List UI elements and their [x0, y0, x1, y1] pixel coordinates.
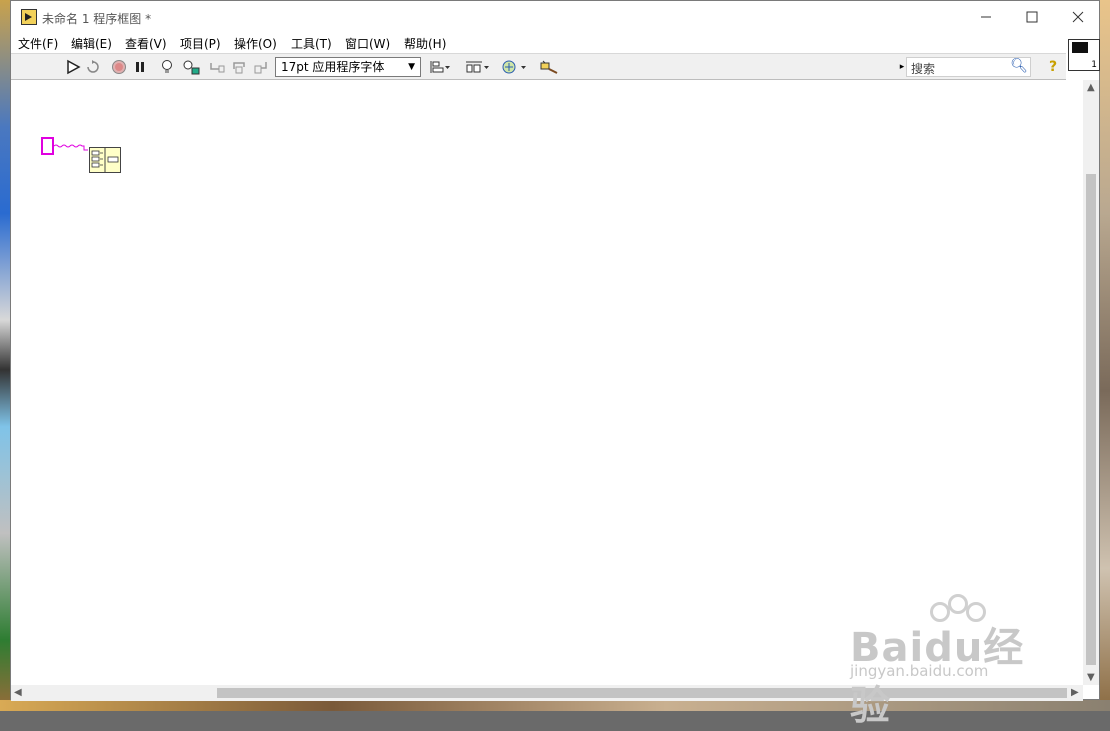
block-diagram-canvas[interactable]	[11, 80, 1083, 685]
block-diagram-window: 未命名 1 程序框图 * 文件(F) 编辑(E) 查看(V) 项目(P) 操作(…	[10, 0, 1100, 701]
vertical-scroll-thumb[interactable]	[1086, 174, 1096, 665]
run-button[interactable]	[64, 58, 82, 76]
menu-operate[interactable]: 操作(O)	[234, 35, 277, 52]
menu-tools[interactable]: 工具(T)	[291, 35, 332, 52]
run-continuously-button[interactable]	[84, 58, 102, 76]
vi-icon-screen	[1072, 42, 1088, 53]
horizontal-scrollbar[interactable]: ◀ ▶	[11, 685, 1083, 701]
vi-icon-connector-pane[interactable]: 1	[1068, 39, 1100, 71]
stop-icon	[112, 60, 126, 74]
clean-up-broom-icon	[540, 60, 558, 74]
align-objects-dropdown[interactable]	[429, 58, 451, 76]
minimize-icon	[981, 16, 991, 18]
function-node[interactable]	[89, 147, 121, 173]
distribute-objects-dropdown[interactable]	[465, 58, 491, 76]
close-icon	[1072, 11, 1084, 23]
menu-bar: 文件(F) 编辑(E) 查看(V) 项目(P) 操作(O) 工具(T) 窗口(W…	[11, 33, 1066, 53]
function-node-icon	[91, 148, 119, 172]
step-out-icon	[254, 62, 267, 74]
search-box[interactable]: 搜索 🔍︎	[906, 57, 1031, 77]
scroll-up-icon[interactable]: ▲	[1087, 82, 1095, 93]
search-icon[interactable]: 🔍︎	[1010, 58, 1028, 74]
text-settings-dropdown[interactable]: 17pt 应用程序字体 ▼	[275, 57, 421, 77]
search-input[interactable]: 搜索	[911, 60, 935, 77]
horizontal-scroll-thumb[interactable]	[217, 688, 1067, 698]
close-button[interactable]	[1055, 1, 1101, 33]
step-over-icon	[233, 62, 245, 74]
vi-icon-number: 1	[1091, 60, 1097, 70]
desktop-background-right	[1100, 0, 1110, 711]
context-help-button[interactable]: ?	[1044, 58, 1062, 76]
reorder-icon	[502, 60, 526, 74]
font-selector-value: 17pt 应用程序字体	[281, 60, 385, 74]
minimize-button[interactable]	[963, 1, 1009, 33]
retain-wire-values-button[interactable]	[182, 58, 200, 76]
labview-app-icon[interactable]	[21, 9, 37, 25]
highlight-execution-button[interactable]	[158, 58, 176, 76]
menu-project[interactable]: 项目(P)	[180, 35, 221, 52]
string-constant-terminal[interactable]	[41, 137, 54, 155]
step-into-button[interactable]	[208, 58, 226, 76]
desktop-background-bottom	[0, 700, 1110, 711]
distribute-objects-icon	[466, 61, 489, 73]
menu-view[interactable]: 查看(V)	[125, 35, 167, 52]
menu-edit[interactable]: 编辑(E)	[71, 35, 112, 52]
reorder-dropdown[interactable]	[501, 58, 529, 76]
desktop-background-left	[0, 0, 10, 711]
scroll-down-icon[interactable]: ▼	[1087, 672, 1095, 683]
maximize-icon	[1026, 11, 1038, 23]
window-title: 未命名 1 程序框图 *	[42, 12, 152, 26]
align-objects-icon	[430, 61, 450, 73]
abort-button[interactable]	[110, 58, 128, 76]
probe-icon	[183, 60, 200, 75]
run-continuously-icon	[87, 60, 99, 73]
title-bar[interactable]: 未命名 1 程序框图 *	[11, 1, 1099, 33]
lightbulb-icon	[162, 60, 172, 73]
chevron-down-icon: ▼	[408, 62, 415, 72]
step-over-button[interactable]	[231, 58, 249, 76]
menu-window[interactable]: 窗口(W)	[345, 35, 390, 52]
step-into-icon	[210, 63, 225, 73]
pause-button[interactable]	[131, 58, 149, 76]
vertical-scrollbar[interactable]: ▲ ▼	[1083, 80, 1099, 685]
wire[interactable]	[54, 142, 90, 154]
run-arrow-icon	[67, 59, 81, 75]
toolbar: 17pt 应用程序字体 ▼ ▸ 搜索 🔍︎ ?	[11, 53, 1066, 80]
maximize-button[interactable]	[1009, 1, 1055, 33]
scroll-right-icon[interactable]: ▶	[1071, 687, 1079, 698]
clean-up-diagram-button[interactable]	[539, 58, 559, 76]
pause-icon	[136, 62, 144, 72]
menu-help[interactable]: 帮助(H)	[404, 35, 446, 52]
scroll-left-icon[interactable]: ◀	[14, 687, 22, 698]
step-out-button[interactable]	[253, 58, 271, 76]
menu-file[interactable]: 文件(F)	[18, 35, 58, 52]
